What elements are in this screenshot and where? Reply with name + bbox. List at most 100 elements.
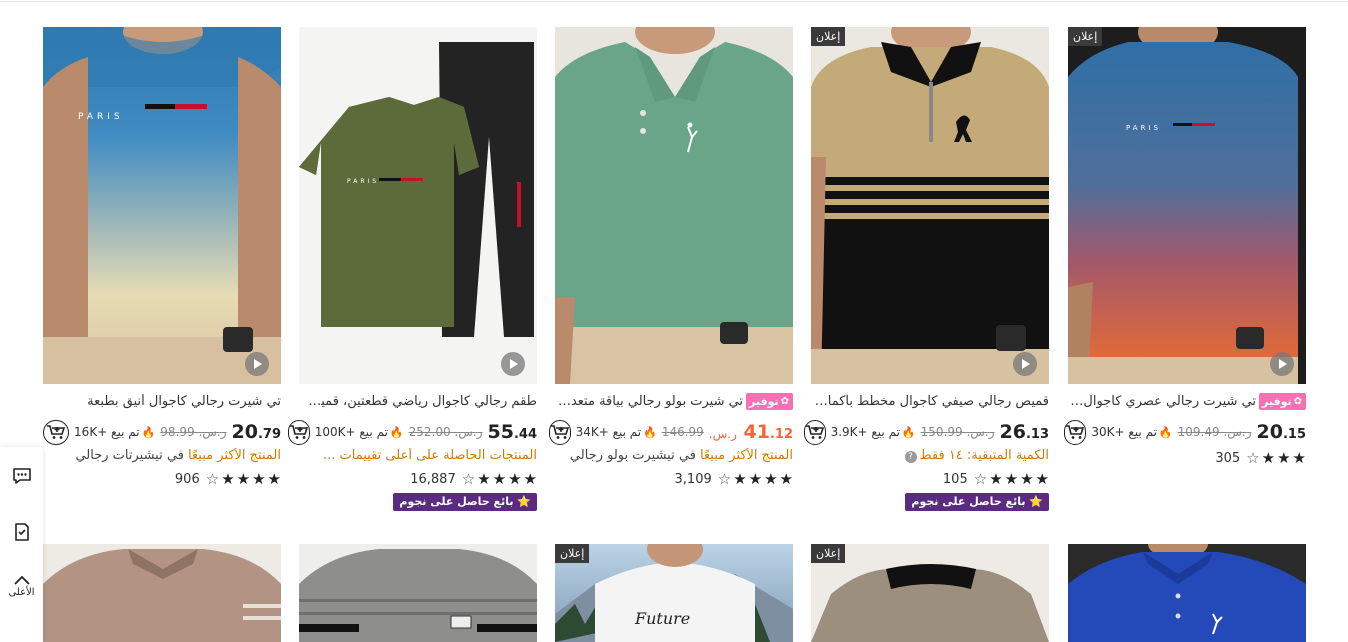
star-icon: ★	[508, 469, 522, 488]
add-to-cart-button[interactable]	[548, 419, 571, 445]
rating: ★ ★ ★ ★ ☆ 3,109	[555, 470, 793, 488]
original-price: ر.س. 109.49	[1177, 425, 1252, 439]
product-image[interactable]	[299, 544, 537, 642]
product-card[interactable]: PARIS طقم رجالي كاجوال رياضي قطعتين، قمي…	[287, 27, 537, 511]
svg-text:PARIS: PARIS	[347, 178, 379, 185]
half-star-icon: ☆	[717, 469, 732, 488]
original-price: ر.س. 252.00	[408, 425, 483, 439]
model-illustration	[555, 27, 793, 384]
original-price: 146.99	[661, 425, 704, 439]
add-to-cart-button[interactable]	[287, 419, 310, 445]
fire-icon: 🔥	[901, 425, 916, 439]
sold-count: 🔥 تم بيع +30K	[1091, 425, 1173, 439]
product-card[interactable]	[299, 544, 537, 642]
rating: ★ ★ ★ ★ ☆ 105	[811, 470, 1049, 488]
product-title[interactable]: ✿ توفير تي شيرت بولو رجالي بياقة متعدد...	[555, 392, 793, 410]
fire-icon: 🔥	[141, 425, 156, 439]
fire-icon: 🔥	[1158, 425, 1173, 439]
star-icon: ★	[252, 469, 266, 488]
help-icon[interactable]: ?	[904, 451, 917, 463]
product-card[interactable]: ✿ توفير تي شيرت بولو رجالي بياقة متعدد...…	[548, 27, 793, 488]
star-icon: ★	[1004, 469, 1019, 488]
price-row: 20.15 ر.س. 109.49 🔥 تم بيع +30K	[1064, 417, 1306, 447]
product-image[interactable]	[1068, 544, 1306, 642]
back-to-top-button[interactable]: الأعلى	[0, 574, 43, 598]
svg-text:PARIS: PARIS	[1126, 124, 1161, 132]
price-row: 55.44 ر.س. 252.00 🔥 تم بيع +100K	[287, 417, 537, 447]
add-to-cart-button[interactable]	[803, 419, 826, 445]
star-icon: ★	[267, 469, 281, 488]
star-seller-badge: ⭐ بائع حاصل على نجوم	[905, 493, 1049, 511]
video-play-icon[interactable]	[1013, 352, 1037, 376]
product-card[interactable]: Future إعلان	[555, 544, 793, 642]
review-count: 906	[174, 471, 200, 487]
product-title[interactable]: تي شيرت رجالي كاجوال أنيق بطبعة	[43, 392, 281, 410]
product-title[interactable]: ✿ توفير تي شيرت رجالي عصري كاجوال - ...	[1068, 392, 1306, 410]
product-image[interactable]	[43, 544, 281, 642]
product-card[interactable]: إعلان	[811, 544, 1049, 642]
chevron-up-icon	[13, 575, 30, 585]
star-icon: ★	[764, 469, 778, 488]
product-card[interactable]: PARIS إعلان ✿ توفير تي شيرت رجالي عصري كا…	[1064, 27, 1306, 467]
ranking-tag[interactable]: المنتج الأكثر مبيعًا في تيشيرتات رجالي	[43, 448, 281, 468]
floating-tools: الأعلى	[0, 447, 43, 642]
back-to-top-label: الأعلى	[8, 587, 35, 598]
star-icon: ★	[1292, 448, 1306, 467]
current-price: 20.79	[231, 421, 281, 443]
product-image[interactable]: PARIS إعلان	[1068, 27, 1306, 384]
cart-plus-icon	[550, 425, 569, 439]
star-icon: ★	[492, 469, 507, 488]
product-card[interactable]	[1068, 544, 1306, 642]
star-icon: ★	[523, 469, 537, 488]
current-price: 26.13	[999, 421, 1049, 443]
video-play-icon[interactable]	[1270, 352, 1294, 376]
product-title[interactable]: قميص رجالي صيفي كاجوال مخطط بأكمام...	[811, 392, 1049, 410]
original-price: ر.س. 98.99	[160, 425, 227, 439]
checklist-icon	[14, 523, 29, 541]
ad-badge: إعلان	[555, 544, 590, 563]
svg-text:PARIS: PARIS	[78, 112, 124, 122]
product-image[interactable]: إعلان	[811, 544, 1049, 642]
product-image[interactable]	[555, 27, 793, 384]
header-divider	[0, 0, 1348, 2]
price-row: 41.12 ر.س. 146.99 🔥 تم بيع +34K	[548, 417, 793, 447]
stock-tag: الكمية المتبقية: ١٤ فقط?	[811, 448, 1049, 468]
current-price: 20.15	[1256, 421, 1306, 443]
ad-badge: إعلان	[811, 27, 846, 46]
product-image[interactable]: PARIS	[43, 27, 281, 384]
cart-plus-icon	[1066, 425, 1085, 439]
cart-plus-icon	[289, 425, 308, 439]
chat-button[interactable]	[0, 467, 43, 485]
chat-icon	[12, 468, 31, 484]
product-card[interactable]: إعلان قميص رجالي صيفي كاجوال مخطط بأكمام…	[803, 27, 1049, 511]
model-illustration	[1068, 544, 1306, 642]
fire-icon: 🔥	[389, 425, 404, 439]
add-to-cart-button[interactable]	[43, 419, 70, 445]
sold-count: 🔥 تم بيع +100K	[314, 425, 404, 439]
survey-button[interactable]	[0, 522, 43, 542]
product-card[interactable]	[43, 544, 281, 642]
video-play-icon[interactable]	[245, 352, 269, 376]
product-image[interactable]: Future إعلان	[555, 544, 793, 642]
savings-badge: ✿ توفير	[746, 392, 793, 410]
video-play-icon[interactable]	[501, 352, 525, 376]
product-image[interactable]: PARIS	[299, 27, 537, 384]
product-image[interactable]: إعلان	[811, 27, 1049, 384]
model-illustration	[811, 27, 1049, 384]
cart-plus-icon	[805, 425, 824, 439]
model-illustration	[43, 549, 281, 642]
model-illustration: PARIS	[1068, 27, 1298, 384]
star-icon: ★	[779, 469, 793, 488]
star-icon: ★	[1020, 469, 1034, 488]
rating: ★ ★ ★ ☆ 305	[1068, 449, 1306, 467]
product-card[interactable]: PARIS تي شيرت رجالي كاجوال أنيق بطبعة 20…	[43, 27, 281, 488]
product-title[interactable]: طقم رجالي كاجوال رياضي قطعتين، قميص...	[299, 392, 537, 410]
rating: ★ ★ ★ ★ ☆ 16,887	[299, 470, 537, 488]
half-star-icon: ☆	[205, 469, 220, 488]
star-icon: ★	[1277, 448, 1291, 467]
ranking-tag[interactable]: المنتجات الحاصلة على أعلى تقييمات ...	[299, 448, 537, 468]
ranking-tag[interactable]: المنتج الأكثر مبيعًا في تيشيرت بولو رجال…	[555, 448, 793, 468]
cart-plus-icon	[47, 425, 66, 439]
flower-icon: ✿	[1293, 395, 1302, 407]
add-to-cart-button[interactable]	[1064, 419, 1087, 445]
